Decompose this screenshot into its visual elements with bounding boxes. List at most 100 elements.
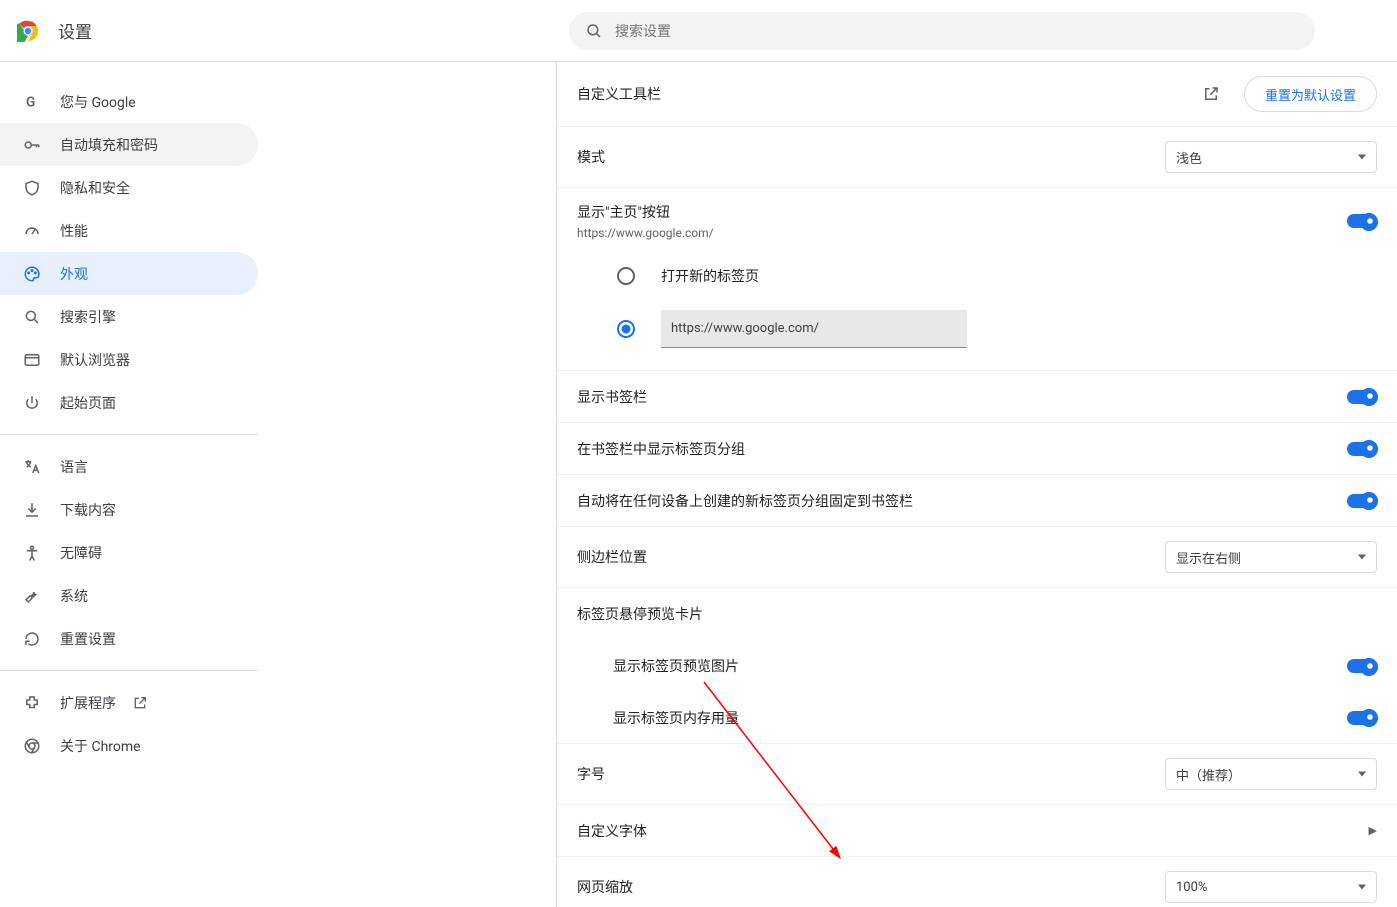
sidebar-separator [0, 434, 258, 435]
sidebar-item-about-chrome[interactable]: 关于 Chrome [0, 724, 258, 767]
shield-icon [22, 179, 42, 197]
download-icon [22, 501, 42, 519]
search-settings-box[interactable] [569, 12, 1315, 50]
row-hover-preview-images: 显示标签页预览图片 [557, 640, 1397, 692]
font-size-select[interactable]: 中（推荐） [1165, 758, 1377, 790]
radio-label: 打开新的标签页 [661, 266, 759, 286]
toggle-preview-images[interactable] [1347, 659, 1377, 673]
sidebar-item-accessibility[interactable]: 无障碍 [0, 531, 258, 574]
extension-icon [22, 694, 42, 712]
mode-select[interactable]: 浅色 [1165, 141, 1377, 173]
reset-icon [22, 630, 42, 648]
sidebar-item-downloads[interactable]: 下载内容 [0, 488, 258, 531]
page-title: 设置 [58, 18, 92, 43]
search-icon [22, 308, 42, 326]
row-sidebar-position: 侧边栏位置 显示在右侧 [557, 527, 1397, 588]
row-label: 显示标签页预览图片 [613, 656, 1347, 676]
sidebar-item-autofill[interactable]: 自动填充和密码 [0, 123, 258, 166]
row-bookmarks-bar: 显示书签栏 [557, 371, 1397, 423]
row-label: 模式 [577, 147, 1165, 167]
sidebar-separator [0, 670, 258, 671]
sidebar-position-select[interactable]: 显示在右侧 [1165, 541, 1377, 573]
topbar: 设置 [0, 0, 1397, 62]
row-home-button: 显示"主页"按钮 https://www.google.com/ [557, 188, 1397, 254]
home-url-input[interactable]: https://www.google.com/ [661, 310, 967, 348]
page-zoom-select[interactable]: 100% [1165, 871, 1377, 903]
toggle-tab-groups-in-bar[interactable] [1347, 442, 1377, 456]
radio-custom-url[interactable]: https://www.google.com/ [557, 298, 1397, 371]
row-label: 字号 [577, 764, 1165, 784]
sidebar-item-languages[interactable]: 语言 [0, 445, 258, 488]
svg-text:G: G [26, 94, 35, 110]
sidebar-item-label: 系统 [60, 586, 88, 606]
translate-icon [22, 458, 42, 476]
wrench-icon [22, 587, 42, 605]
row-sublabel: https://www.google.com/ [577, 226, 1347, 240]
open-in-new-icon[interactable] [1202, 85, 1220, 103]
chevron-right-icon: ▶ [1369, 824, 1377, 837]
sidebar-item-default-browser[interactable]: 默认浏览器 [0, 338, 258, 381]
open-in-new-icon [132, 695, 148, 711]
main: 自定义工具栏 重置为默认设置 模式 浅色 显示"主页"按钮 https://ww… [258, 62, 1397, 907]
row-label: 在书签栏中显示标签页分组 [577, 439, 1347, 459]
sidebar-item-label: 扩展程序 [60, 693, 116, 713]
radio-icon[interactable] [617, 320, 635, 338]
key-icon [22, 136, 42, 154]
row-label: 网页缩放 [577, 877, 1165, 897]
search-input[interactable] [615, 23, 1299, 39]
row-custom-fonts[interactable]: 自定义字体 ▶ [557, 805, 1397, 857]
sidebar-item-you-and-google[interactable]: G 您与 Google [0, 80, 258, 123]
row-hover-cards-header: 标签页悬停预览卡片 [557, 588, 1397, 640]
toggle-memory-usage[interactable] [1347, 711, 1377, 725]
sidebar-item-label: 重置设置 [60, 629, 116, 649]
sidebar-item-label: 隐私和安全 [60, 178, 130, 198]
row-label: 自动将在任何设备上创建的新标签页分组固定到书签栏 [577, 491, 1347, 511]
sidebar-item-label: 自动填充和密码 [60, 135, 158, 155]
sidebar-item-performance[interactable]: 性能 [0, 209, 258, 252]
row-hover-memory-usage: 显示标签页内存用量 [557, 692, 1397, 744]
sidebar-item-label: 关于 Chrome [60, 736, 141, 756]
browser-icon [22, 351, 42, 369]
sidebar-item-label: 下载内容 [60, 500, 116, 520]
sidebar-item-label: 搜索引擎 [60, 307, 116, 327]
row-auto-pin-groups: 自动将在任何设备上创建的新标签页分组固定到书签栏 [557, 475, 1397, 527]
toggle-bookmarks-bar[interactable] [1347, 390, 1377, 404]
sidebar-item-startup[interactable]: 起始页面 [0, 381, 258, 424]
sidebar-item-reset[interactable]: 重置设置 [0, 617, 258, 660]
toggle-home-button[interactable] [1347, 214, 1377, 228]
row-mode: 模式 浅色 [557, 127, 1397, 188]
sidebar-item-label: 默认浏览器 [60, 350, 130, 370]
google-g-icon: G [22, 93, 42, 111]
row-font-size: 字号 中（推荐） [557, 744, 1397, 805]
sidebar-item-search-engine[interactable]: 搜索引擎 [0, 295, 258, 338]
sidebar-item-appearance[interactable]: 外观 [0, 252, 258, 295]
sidebar-item-label: 语言 [60, 457, 88, 477]
row-label: 显示书签栏 [577, 387, 1347, 407]
sidebar-item-label: 起始页面 [60, 393, 116, 413]
row-label: 自定义工具栏 [577, 84, 1202, 104]
toggle-auto-pin-groups[interactable] [1347, 494, 1377, 508]
sidebar-item-privacy[interactable]: 隐私和安全 [0, 166, 258, 209]
row-label: 标签页悬停预览卡片 [577, 604, 1377, 624]
radio-icon[interactable] [617, 267, 635, 285]
chrome-logo-icon [16, 19, 40, 43]
sidebar-item-label: 性能 [60, 221, 88, 241]
row-label: 自定义字体 [577, 821, 1369, 841]
speedometer-icon [22, 222, 42, 240]
chrome-outline-icon [22, 737, 42, 755]
sidebar-item-label: 无障碍 [60, 543, 102, 563]
sidebar: G 您与 Google 自动填充和密码 隐私和安全 性能 外观 搜索引擎 [0, 62, 258, 907]
accessibility-icon [22, 544, 42, 562]
sidebar-item-extensions[interactable]: 扩展程序 [0, 681, 258, 724]
reset-to-default-button[interactable]: 重置为默认设置 [1244, 76, 1377, 112]
row-customize-toolbar[interactable]: 自定义工具栏 重置为默认设置 [557, 62, 1397, 127]
sidebar-item-system[interactable]: 系统 [0, 574, 258, 617]
row-tab-groups-in-bar: 在书签栏中显示标签页分组 [557, 423, 1397, 475]
row-label: 显示标签页内存用量 [613, 708, 1347, 728]
search-icon [585, 22, 603, 40]
radio-newtab[interactable]: 打开新的标签页 [557, 254, 1397, 298]
sidebar-item-label: 您与 Google [60, 92, 136, 112]
palette-icon [22, 265, 42, 283]
row-page-zoom: 网页缩放 100% [557, 857, 1397, 907]
row-label: 侧边栏位置 [577, 547, 1165, 567]
